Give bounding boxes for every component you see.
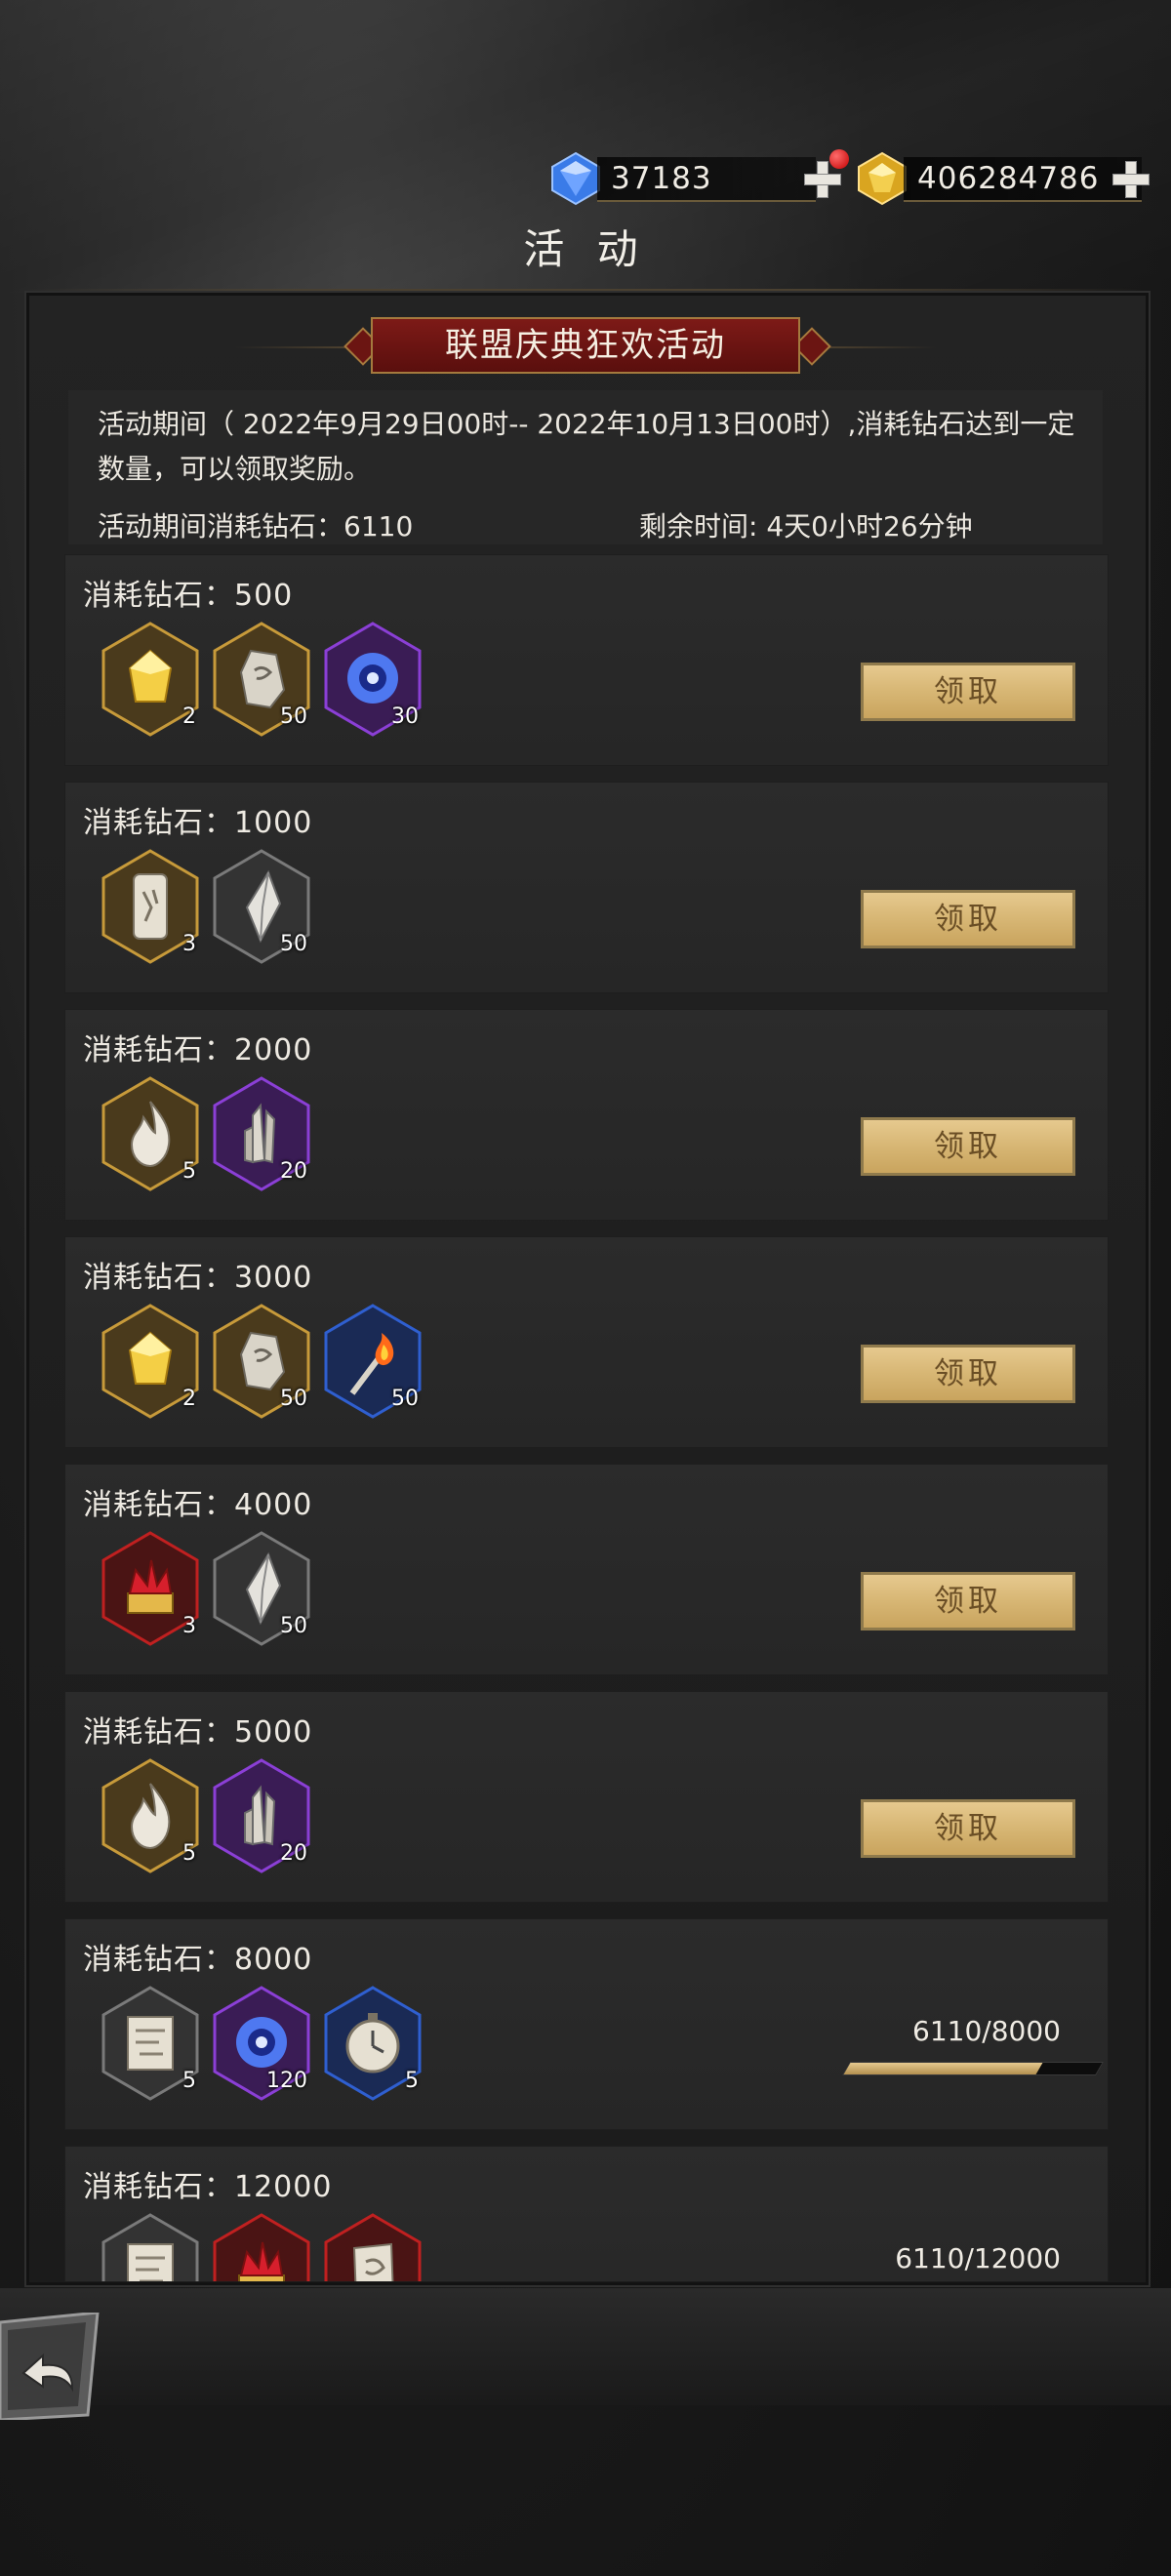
reward-items: 5 20 <box>101 1758 311 1875</box>
reward-item[interactable]: 2 <box>101 1304 200 1419</box>
reward-item[interactable]: 20 <box>212 1076 311 1191</box>
reward-item[interactable] <box>323 2213 423 2281</box>
gold-currency: 406284786 <box>855 151 1148 206</box>
reward-items: 2 50 50 <box>101 1304 423 1421</box>
reward-item[interactable]: 3 <box>101 1531 200 1646</box>
spent-label: 活动期间消耗钻石： <box>98 510 344 543</box>
reward-item[interactable] <box>212 2213 311 2281</box>
rune-scroll-icon <box>324 2213 422 2281</box>
item-count: 3 <box>182 1614 196 1638</box>
item-count: 20 <box>280 1841 307 1866</box>
reward-item[interactable]: 5 <box>101 1076 200 1191</box>
claim-button[interactable]: 领取 <box>861 1345 1075 1403</box>
reward-tier: 消耗钻石：500 2 50 30 领取 <box>64 554 1109 766</box>
item-count: 30 <box>391 704 419 729</box>
spent-value: 6110 <box>343 510 414 543</box>
reward-items: 3 50 <box>101 849 311 966</box>
reward-tier: 消耗钻石：3000 2 50 50 领取 <box>64 1236 1109 1448</box>
reward-item[interactable]: 2 <box>101 622 200 737</box>
reward-item[interactable]: 50 <box>323 1304 423 1419</box>
reward-tier: 消耗钻石：4000 3 50 领取 <box>64 1464 1109 1675</box>
remaining-label: 剩余时间: <box>639 510 767 543</box>
item-count: 5 <box>182 2069 196 2093</box>
reward-item[interactable]: 5 <box>101 1986 200 2101</box>
event-description: 活动期间（ 2022年9月29日00时-- 2022年10月13日00时）,消耗… <box>98 408 1075 485</box>
gold-crystal-icon <box>858 151 907 206</box>
remaining-value: 4天0小时26分钟 <box>766 510 973 543</box>
diamond-count: 37183 <box>597 157 816 202</box>
item-count: 20 <box>280 1159 307 1184</box>
tier-threshold-label: 消耗钻石：1000 <box>83 806 313 840</box>
item-count: 50 <box>280 1387 307 1411</box>
reward-item[interactable]: 5 <box>101 1758 200 1873</box>
item-count: 120 <box>266 2069 307 2093</box>
reward-item[interactable]: 20 <box>212 1758 311 1873</box>
claim-button[interactable]: 领取 <box>861 663 1075 721</box>
progress-bar <box>841 2062 1105 2075</box>
claim-button[interactable]: 领取 <box>861 1572 1075 1630</box>
reward-item[interactable]: 3 <box>101 849 200 964</box>
tier-threshold-label: 消耗钻石：3000 <box>83 1261 313 1295</box>
item-count: 5 <box>182 1841 196 1866</box>
tier-threshold-label: 消耗钻石：12000 <box>83 2170 333 2204</box>
reward-item[interactable]: 50 <box>212 1531 311 1646</box>
screen-title: 活 动 <box>523 225 648 273</box>
reward-item[interactable]: 5 <box>323 1986 423 2101</box>
claim-button[interactable]: 领取 <box>861 890 1075 948</box>
reward-item[interactable]: 120 <box>212 1986 311 2101</box>
item-count: 2 <box>182 1387 196 1411</box>
reward-items <box>101 2213 423 2281</box>
item-count: 50 <box>280 932 307 956</box>
reward-item[interactable]: 50 <box>212 849 311 964</box>
item-count: 5 <box>182 1159 196 1184</box>
spent-summary: 活动期间消耗钻石：6110 <box>98 505 413 544</box>
notification-dot <box>829 149 849 169</box>
reward-item[interactable]: 30 <box>323 622 423 737</box>
claim-button[interactable]: 领取 <box>861 1799 1075 1858</box>
reward-item[interactable]: 50 <box>212 1304 311 1419</box>
blue-diamond-icon <box>551 151 600 206</box>
back-arrow-icon[interactable] <box>0 2313 102 2420</box>
tier-threshold-label: 消耗钻石：8000 <box>83 1943 313 1977</box>
item-count: 50 <box>391 1387 419 1411</box>
reward-item[interactable] <box>101 2213 200 2281</box>
tier-threshold-label: 消耗钻石：4000 <box>83 1488 313 1522</box>
item-count: 50 <box>280 1614 307 1638</box>
remaining-time: 剩余时间: 4天0小时26分钟 <box>639 505 973 544</box>
progress-text: 6110/12000 <box>895 2242 1061 2274</box>
reward-tier: 消耗钻石：2000 5 20 领取 <box>64 1009 1109 1221</box>
item-count: 50 <box>280 704 307 729</box>
tier-threshold-label: 消耗钻石：500 <box>83 579 294 613</box>
tier-threshold-label: 消耗钻石：5000 <box>83 1715 313 1750</box>
progress-text: 6110/8000 <box>912 2015 1061 2047</box>
reward-items: 5 20 <box>101 1076 311 1193</box>
gold-count: 406284786 <box>904 157 1142 202</box>
reward-items: 3 50 <box>101 1531 311 1648</box>
event-description-box: 活动期间（ 2022年9月29日00时-- 2022年10月13日00时）,消耗… <box>68 390 1103 544</box>
tier-threshold-label: 消耗钻石：2000 <box>83 1033 313 1067</box>
reward-tier: 消耗钻石：8000 5 120 5 6110/8000 <box>64 1918 1109 2130</box>
event-title: 联盟庆典狂欢活动 <box>371 317 800 374</box>
bottom-stone-bar <box>0 2288 1171 2405</box>
event-banner: 联盟庆典狂欢活动 <box>234 317 937 378</box>
diamond-currency: 37183 <box>548 151 841 206</box>
reward-item[interactable]: 50 <box>212 622 311 737</box>
red-crown-icon <box>213 2213 310 2281</box>
reward-tier: 消耗钻石：5000 5 20 领取 <box>64 1691 1109 1903</box>
map-scroll-icon <box>101 2213 199 2281</box>
claim-button[interactable]: 领取 <box>861 1117 1075 1176</box>
add-gold-button[interactable] <box>1110 159 1150 198</box>
reward-items: 5 120 5 <box>101 1986 423 2103</box>
reward-items: 2 50 30 <box>101 622 423 739</box>
reward-tier: 消耗钻石：12000 6110/12000 <box>64 2146 1109 2281</box>
reward-tier: 消耗钻石：1000 3 50 领取 <box>64 782 1109 993</box>
item-count: 5 <box>405 2069 419 2093</box>
progress-fill <box>843 2063 1043 2074</box>
item-count: 2 <box>182 704 196 729</box>
item-count: 3 <box>182 932 196 956</box>
reward-tier-list[interactable]: 消耗钻石：500 2 50 30 领取 消耗钻石：1000 3 50 领取 消耗钻石：2000 5 2… <box>64 554 1109 2281</box>
